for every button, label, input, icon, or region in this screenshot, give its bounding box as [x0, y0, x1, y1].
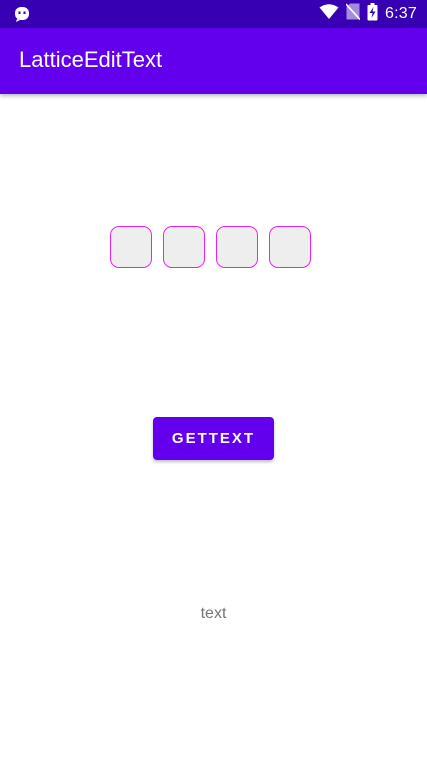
- notification-icon: [14, 6, 30, 22]
- lattice-cell-3[interactable]: [216, 226, 258, 268]
- lattice-cell-1[interactable]: [110, 226, 152, 268]
- lattice-cell-2[interactable]: [163, 226, 205, 268]
- result-text: text: [200, 605, 227, 622]
- status-icons: 6:37: [319, 2, 417, 26]
- app-title: LatticeEditText: [19, 47, 163, 72]
- wifi-icon: [319, 3, 339, 25]
- lattice-cell-4[interactable]: [269, 226, 311, 268]
- app-bar: LatticeEditText: [0, 28, 427, 94]
- main-content: GETTEXT text: [0, 94, 427, 760]
- status-bar: 6:37: [0, 0, 427, 28]
- lattice-edit-text[interactable]: [110, 226, 311, 268]
- battery-charging-icon: [367, 2, 378, 26]
- gettext-button[interactable]: GETTEXT: [153, 417, 274, 460]
- status-time: 6:37: [385, 5, 417, 22]
- no-sim-icon: [345, 3, 361, 25]
